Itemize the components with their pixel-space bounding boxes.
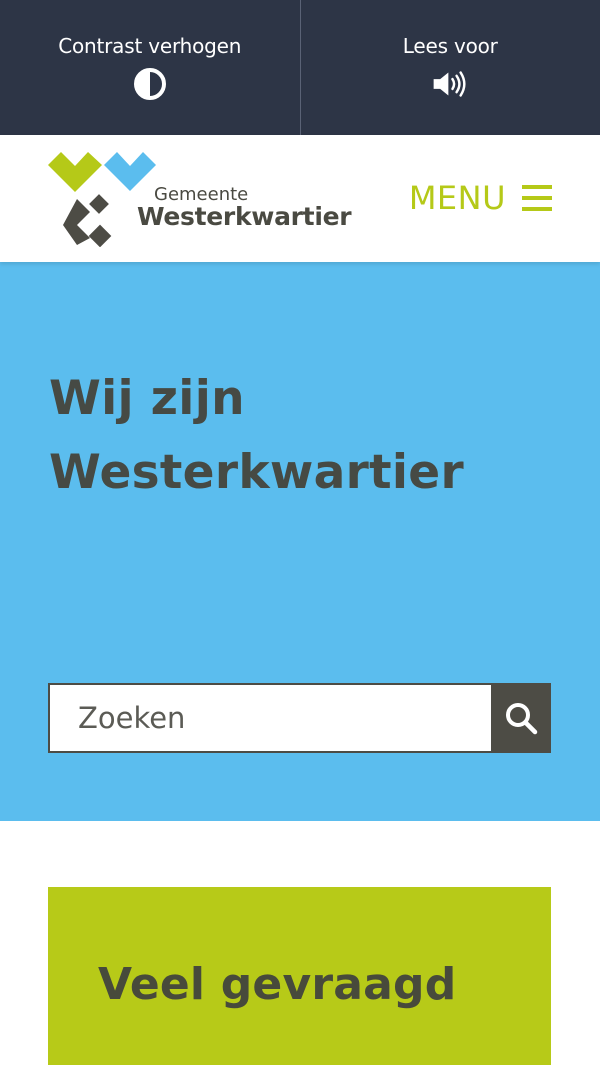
site-header: Gemeente Westerkwartier MENU bbox=[0, 135, 600, 262]
logo-mark-icon bbox=[48, 152, 156, 247]
read-aloud-button[interactable]: Lees voor bbox=[299, 0, 600, 135]
search-input[interactable] bbox=[48, 683, 491, 753]
hero-section: Wij zijn Westerkwartier bbox=[0, 262, 600, 821]
search-button[interactable] bbox=[491, 683, 551, 753]
search-form bbox=[48, 683, 551, 753]
search-icon bbox=[506, 703, 538, 735]
logo-text-large: Westerkwartier bbox=[137, 202, 352, 231]
contrast-label: Contrast verhogen bbox=[58, 34, 242, 58]
faq-section: Veel gevraagd bbox=[48, 887, 551, 1065]
contrast-button[interactable]: Contrast verhogen bbox=[0, 0, 300, 135]
speaker-icon bbox=[432, 67, 468, 101]
menu-label: MENU bbox=[408, 179, 506, 217]
site-logo[interactable]: Gemeente Westerkwartier bbox=[48, 151, 352, 247]
faq-title: Veel gevraagd bbox=[98, 959, 457, 1010]
hero-title: Wij zijn Westerkwartier bbox=[49, 371, 464, 500]
contrast-icon bbox=[132, 67, 168, 101]
read-aloud-label: Lees voor bbox=[402, 34, 498, 58]
menu-button[interactable]: MENU bbox=[409, 178, 552, 218]
accessibility-bar: Contrast verhogen Lees voor bbox=[0, 0, 600, 135]
hamburger-icon bbox=[522, 185, 552, 211]
